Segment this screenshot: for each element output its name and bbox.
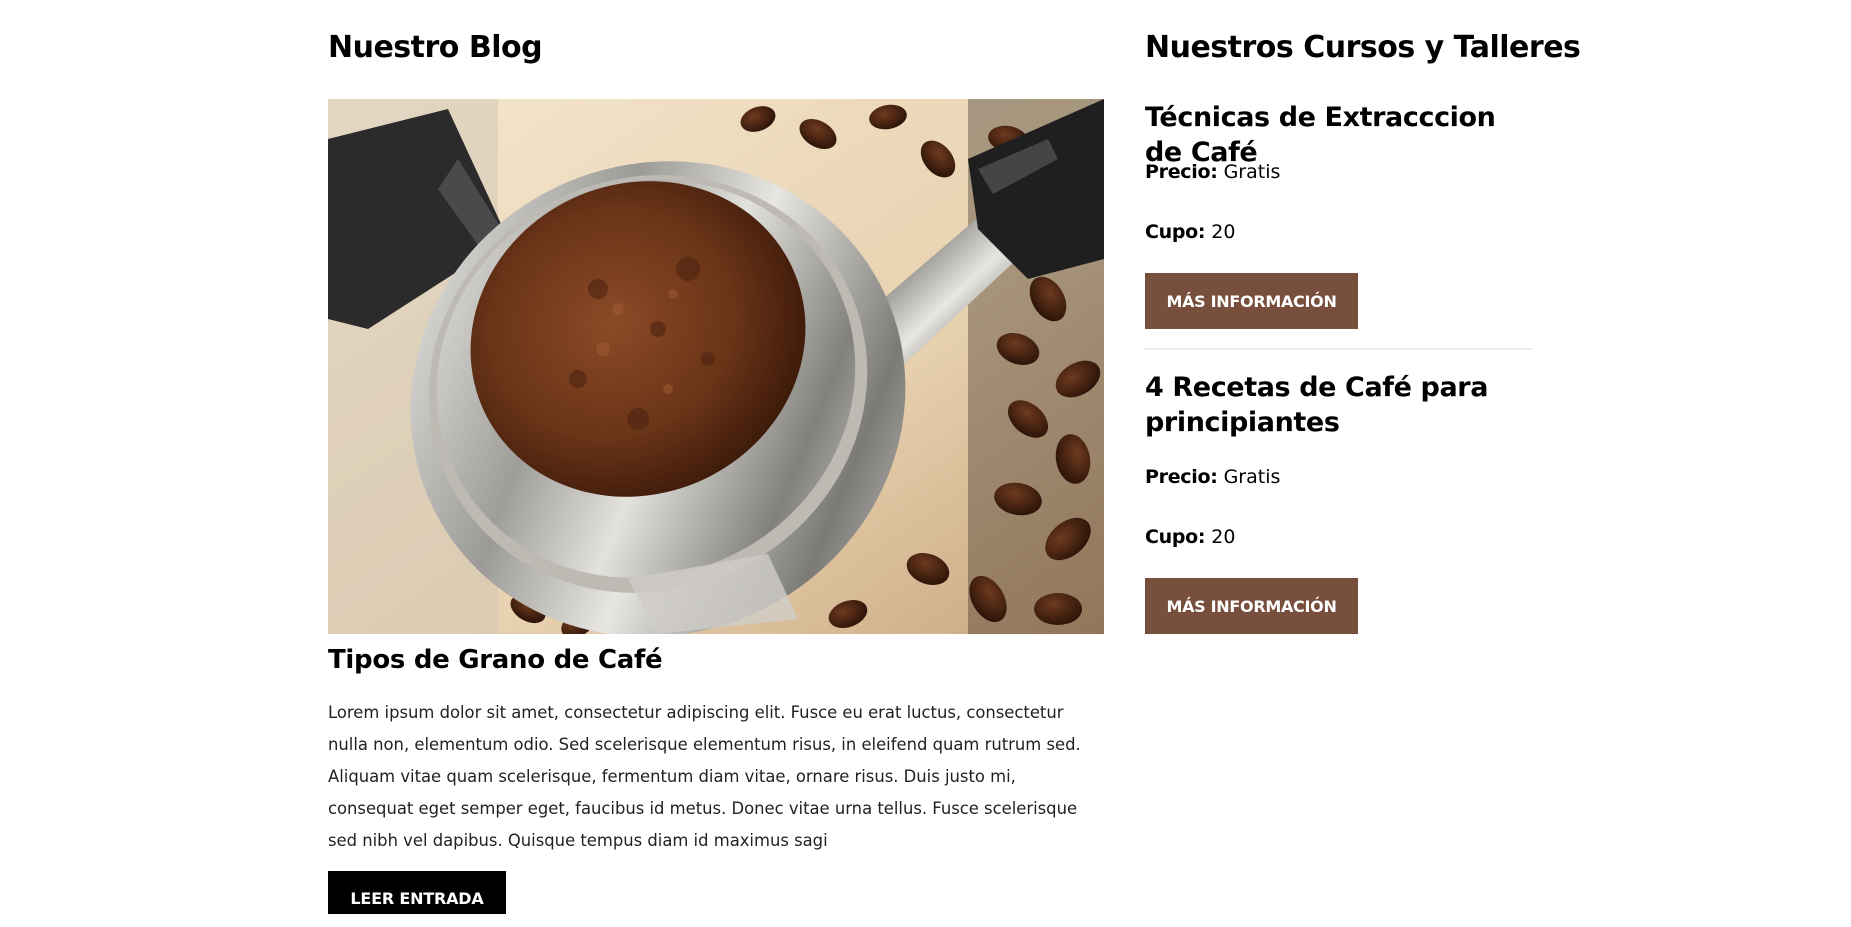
course-capacity: Cupo: 20 (1145, 221, 1235, 243)
page: Nuestro Blog Tipos de Grano de Café Lore… (0, 0, 1851, 914)
blog-heading: Nuestro Blog (328, 30, 543, 65)
course-divider (1145, 348, 1533, 350)
course-capacity: Cupo: 20 (1145, 526, 1235, 548)
course-title[interactable]: Técnicas de Extracccion de Café (1145, 100, 1533, 170)
price-value: Gratis (1223, 466, 1281, 488)
course-card: Técnicas de Extracccion de Café (1145, 100, 1533, 170)
more-info-button[interactable]: MÁS INFORMACIÓN (1145, 578, 1358, 634)
courses-heading: Nuestros Cursos y Talleres (1145, 30, 1581, 65)
price-label: Precio: (1145, 466, 1218, 488)
price-value: Gratis (1223, 161, 1281, 183)
capacity-value: 20 (1211, 221, 1236, 243)
capacity-value: 20 (1211, 526, 1236, 548)
capacity-label: Cupo: (1145, 221, 1206, 243)
more-info-button[interactable]: MÁS INFORMACIÓN (1145, 273, 1358, 329)
course-title[interactable]: 4 Recetas de Café para principiantes (1145, 370, 1533, 440)
course-price: Precio: Gratis (1145, 161, 1280, 183)
blog-post-image[interactable] (328, 99, 1104, 634)
capacity-label: Cupo: (1145, 526, 1206, 548)
coffee-portafilter-illustration (328, 99, 1104, 634)
read-post-button[interactable]: LEER ENTRADA (328, 871, 506, 914)
price-label: Precio: (1145, 161, 1218, 183)
blog-post-excerpt: Lorem ipsum dolor sit amet, consectetur … (328, 703, 1081, 850)
course-card: 4 Recetas de Café para principiantes (1145, 370, 1533, 440)
blog-post-title[interactable]: Tipos de Grano de Café (328, 645, 663, 675)
course-price: Precio: Gratis (1145, 466, 1280, 488)
